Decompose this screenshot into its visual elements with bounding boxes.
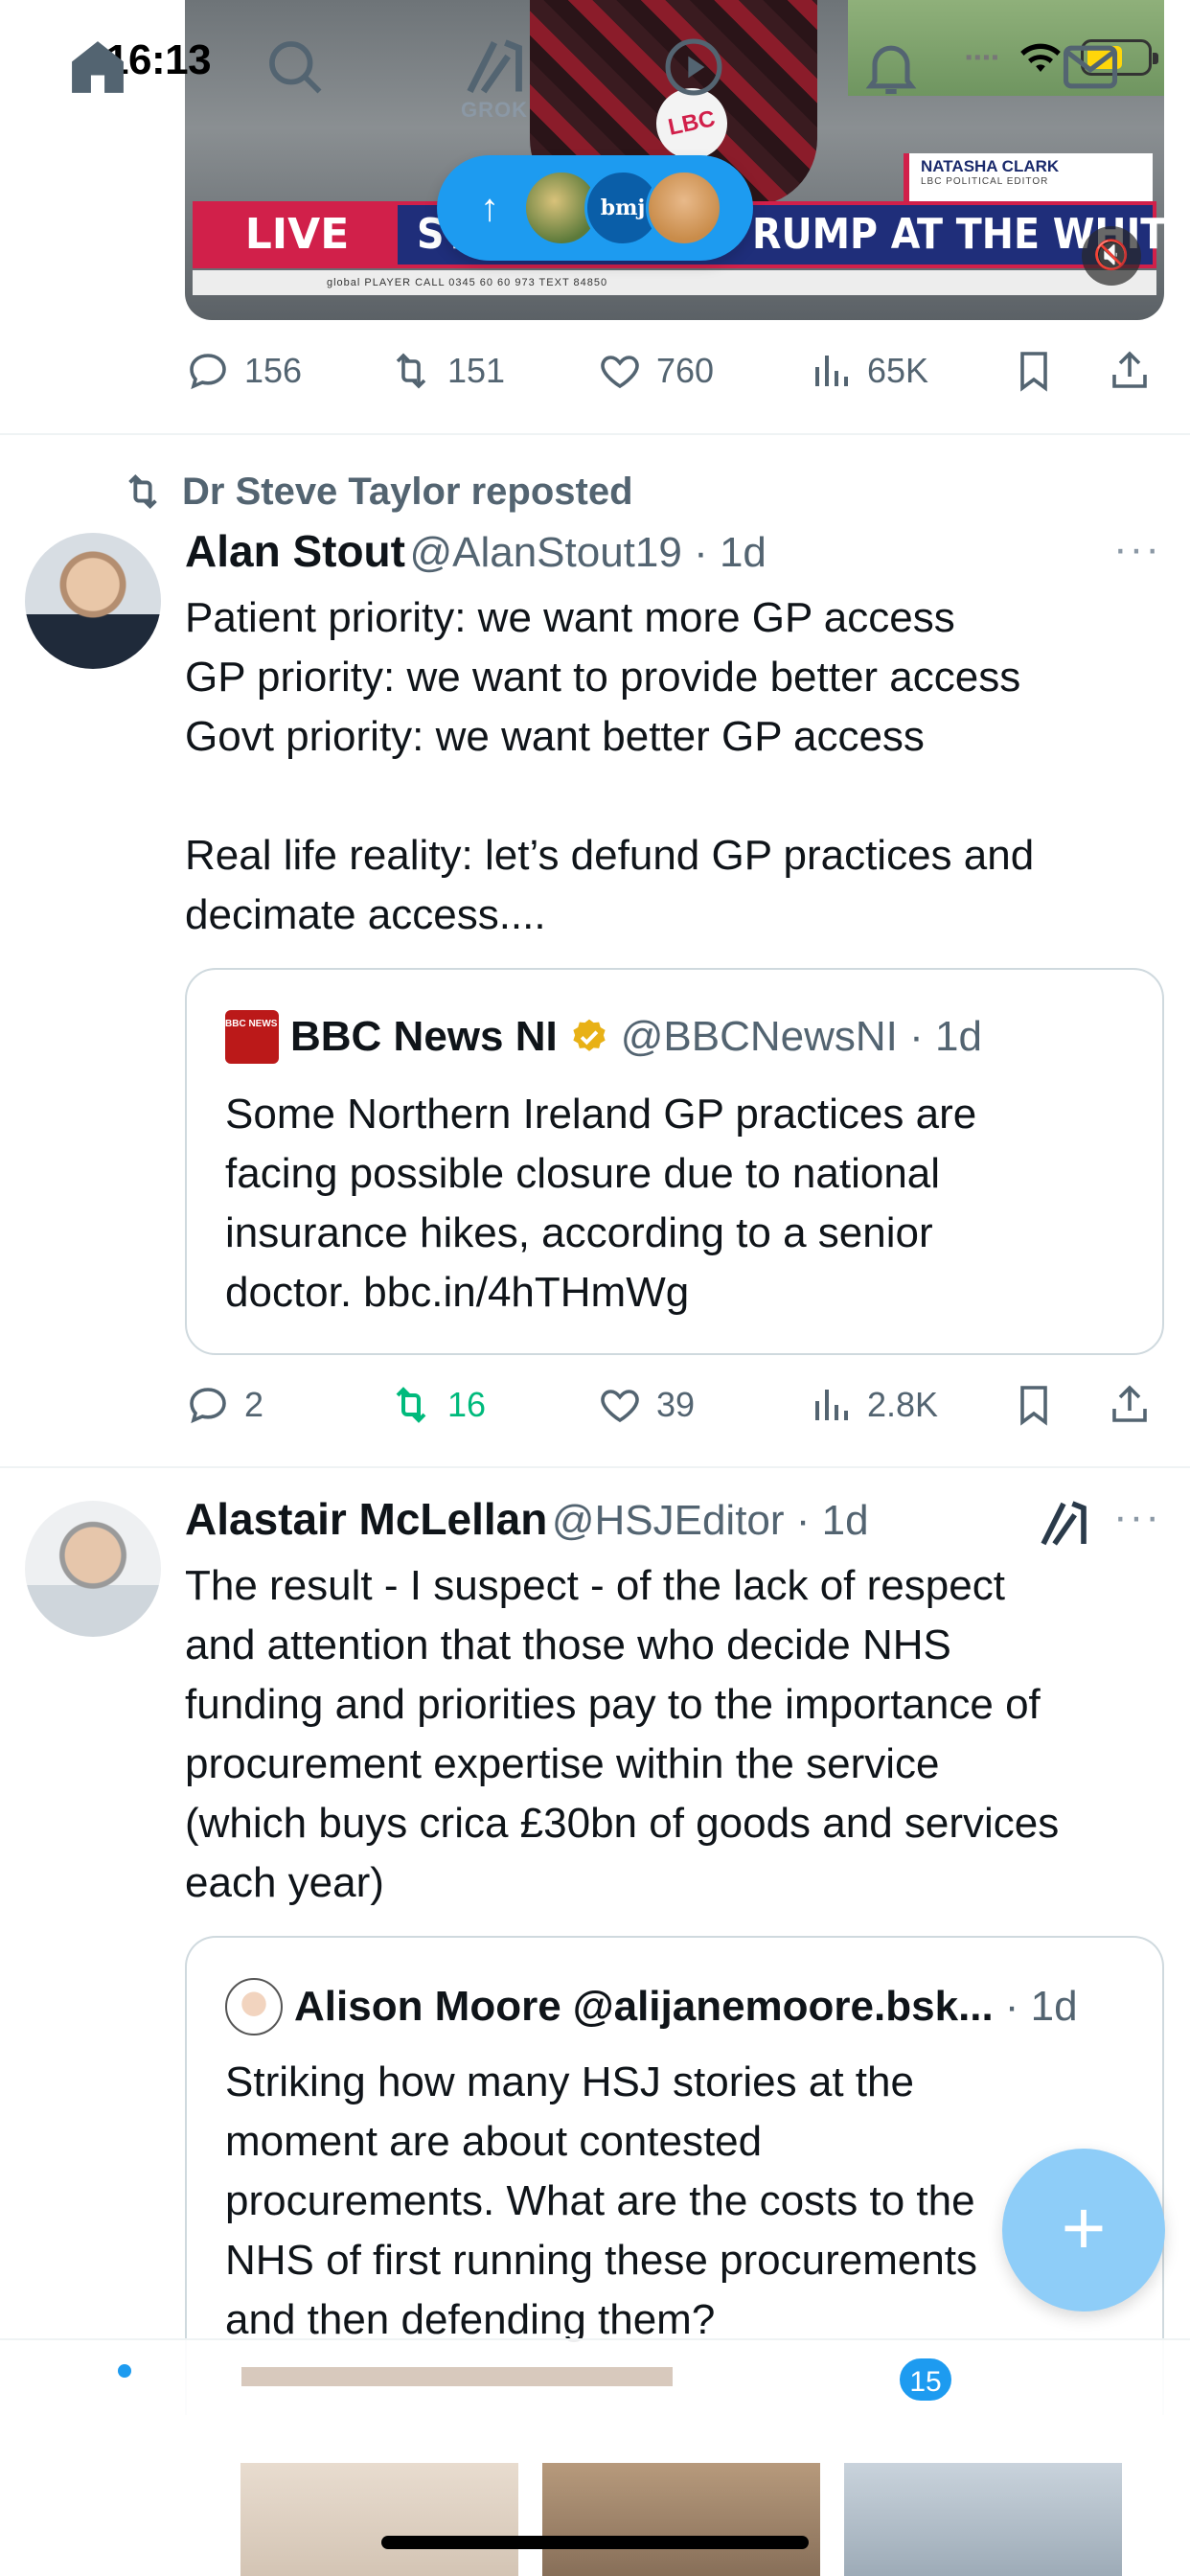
repost-icon	[396, 1387, 426, 1423]
notifications-badge: 15	[897, 2356, 954, 2404]
views-count: 65K	[867, 351, 929, 390]
views-icon	[815, 356, 848, 386]
reply-count: 2	[244, 1385, 264, 1424]
quoted-post[interactable]: BBC NEWS NI BBC News NI @BBCNewsNI · 1d …	[185, 968, 1164, 1355]
post-header: Alan Stout @AlanStout19 · 1d	[185, 525, 767, 577]
views-button[interactable]: 2.8K	[808, 1382, 938, 1428]
bbc-logo-icon: BBC NEWS NI	[225, 1010, 289, 1064]
grok-icon[interactable]	[1037, 1497, 1090, 1551]
home-icon	[72, 41, 124, 93]
bookmark-icon	[1020, 1386, 1047, 1426]
quote-author-handle-time: @BBCNewsNI · 1d	[620, 1013, 982, 1060]
bookmark-icon	[1020, 352, 1047, 392]
bell-icon	[865, 45, 917, 95]
reply-count: 156	[244, 351, 303, 390]
reply-icon	[190, 1388, 226, 1424]
post-text: The result - I suspect - of the lack of …	[185, 1562, 1060, 1906]
avatar	[225, 1978, 283, 2036]
search-icon	[269, 41, 322, 94]
reply-button[interactable]: 156	[185, 348, 302, 394]
media-strip	[241, 2367, 673, 2386]
reply-button[interactable]: 2	[185, 1382, 263, 1428]
avatar[interactable]	[25, 533, 161, 669]
live-label: LIVE	[196, 205, 398, 264]
quote-time: · 1d	[1004, 1983, 1078, 2030]
avatar[interactable]	[25, 1501, 161, 1637]
author-name[interactable]: Alan Stout	[185, 526, 405, 576]
media-thumbnail	[240, 2463, 518, 2576]
repost-context[interactable]: Dr Steve Taylor reposted	[121, 470, 633, 514]
more-options-icon[interactable]: ···	[1113, 1493, 1161, 1541]
quote-author-name: BBC News NI	[290, 1013, 558, 1060]
repost-count: 16	[447, 1385, 487, 1424]
repost-button[interactable]: 16	[388, 1382, 486, 1428]
repost-icon	[396, 353, 426, 389]
repost-icon	[128, 473, 157, 510]
play-circle-icon	[665, 38, 722, 96]
grok-label: GROK	[461, 98, 528, 122]
post-actions: 156 151 760 65K	[185, 342, 1164, 400]
share-icon	[1112, 351, 1147, 388]
reporter-name: NATASHA CLARK	[921, 157, 1060, 175]
views-button[interactable]: 65K	[808, 348, 928, 394]
post-divider	[0, 1466, 1190, 1468]
share-button[interactable]	[1107, 1382, 1153, 1428]
media-thumbnail	[844, 2463, 1122, 2576]
heart-icon	[601, 356, 639, 389]
quote-author-name: Alison Moore	[294, 1983, 561, 2030]
share-icon	[1112, 1385, 1147, 1422]
author-name[interactable]: Alastair McLellan	[185, 1494, 547, 1544]
views-icon	[815, 1390, 848, 1420]
reporter-nameplate: NATASHA CLARK LBC POLITICAL EDITOR	[904, 153, 1153, 201]
tab-notifications[interactable]	[843, 34, 939, 130]
author-handle-time[interactable]: @HSJEditor · 1d	[552, 1497, 869, 1544]
repost-button[interactable]: 151	[388, 348, 505, 394]
tab-video[interactable]	[646, 34, 742, 130]
mute-icon[interactable]: 🔇	[1082, 226, 1141, 286]
ticker-strap: global PLAYER CALL 0345 60 60 973 TEXT 8…	[193, 270, 1156, 295]
tab-grok[interactable]: GROK	[446, 34, 542, 130]
post-actions: 2 16 39 2.8K	[185, 1376, 1164, 1434]
like-count: 39	[656, 1385, 696, 1424]
views-count: 2.8K	[867, 1385, 939, 1424]
reporter-role: LBC POLITICAL EDITOR	[921, 176, 1049, 187]
like-count: 760	[656, 351, 715, 390]
like-button[interactable]: 39	[597, 1382, 695, 1428]
quote-header: BBC NEWS NI BBC News NI @BBCNewsNI · 1d	[225, 1010, 982, 1064]
post-divider	[0, 433, 1190, 435]
quote-text: Some Northern Ireland GP practices are f…	[225, 1091, 977, 1316]
home-unread-dot	[115, 2361, 134, 2380]
repost-label: Dr Steve Taylor reposted	[182, 470, 633, 513]
share-button[interactable]	[1107, 348, 1153, 394]
quote-author-handle: @alijanemoore.bsk...	[572, 1983, 994, 2030]
bookmark-button[interactable]	[1011, 348, 1057, 394]
bookmark-button[interactable]	[1011, 1382, 1057, 1428]
author-handle-time[interactable]: @AlanStout19 · 1d	[409, 529, 766, 576]
quote-text: Striking how many HSJ stories at the mom…	[225, 2058, 978, 2343]
tab-search[interactable]	[247, 34, 343, 130]
tab-home[interactable]	[50, 34, 146, 130]
more-options-icon[interactable]: ···	[1113, 525, 1161, 573]
tab-messages[interactable]	[1042, 34, 1138, 130]
post-header: Alastair McLellan @HSJEditor · 1d	[185, 1493, 869, 1545]
arrow-up-icon: ↑	[480, 186, 499, 229]
compose-button[interactable]: +	[1002, 2149, 1165, 2312]
new-post-avatar	[646, 170, 722, 246]
verified-badge-icon	[573, 1019, 606, 1051]
grok-icon	[467, 39, 522, 94]
home-indicator	[381, 2536, 809, 2549]
repost-count: 151	[447, 351, 506, 390]
heart-icon	[601, 1390, 639, 1423]
mail-icon	[1063, 45, 1118, 89]
media-thumbnail	[542, 2463, 820, 2576]
post-text: Patient priority: we want more GP access…	[185, 594, 1035, 938]
reply-icon	[190, 354, 226, 390]
signal-dots-icon: ▪▪▪▪	[965, 46, 1000, 68]
like-button[interactable]: 760	[597, 348, 714, 394]
quote-header: Alison Moore @alijanemoore.bsk... · 1d	[225, 1978, 1078, 2036]
new-posts-pill[interactable]: ↑ bmj	[437, 155, 753, 261]
